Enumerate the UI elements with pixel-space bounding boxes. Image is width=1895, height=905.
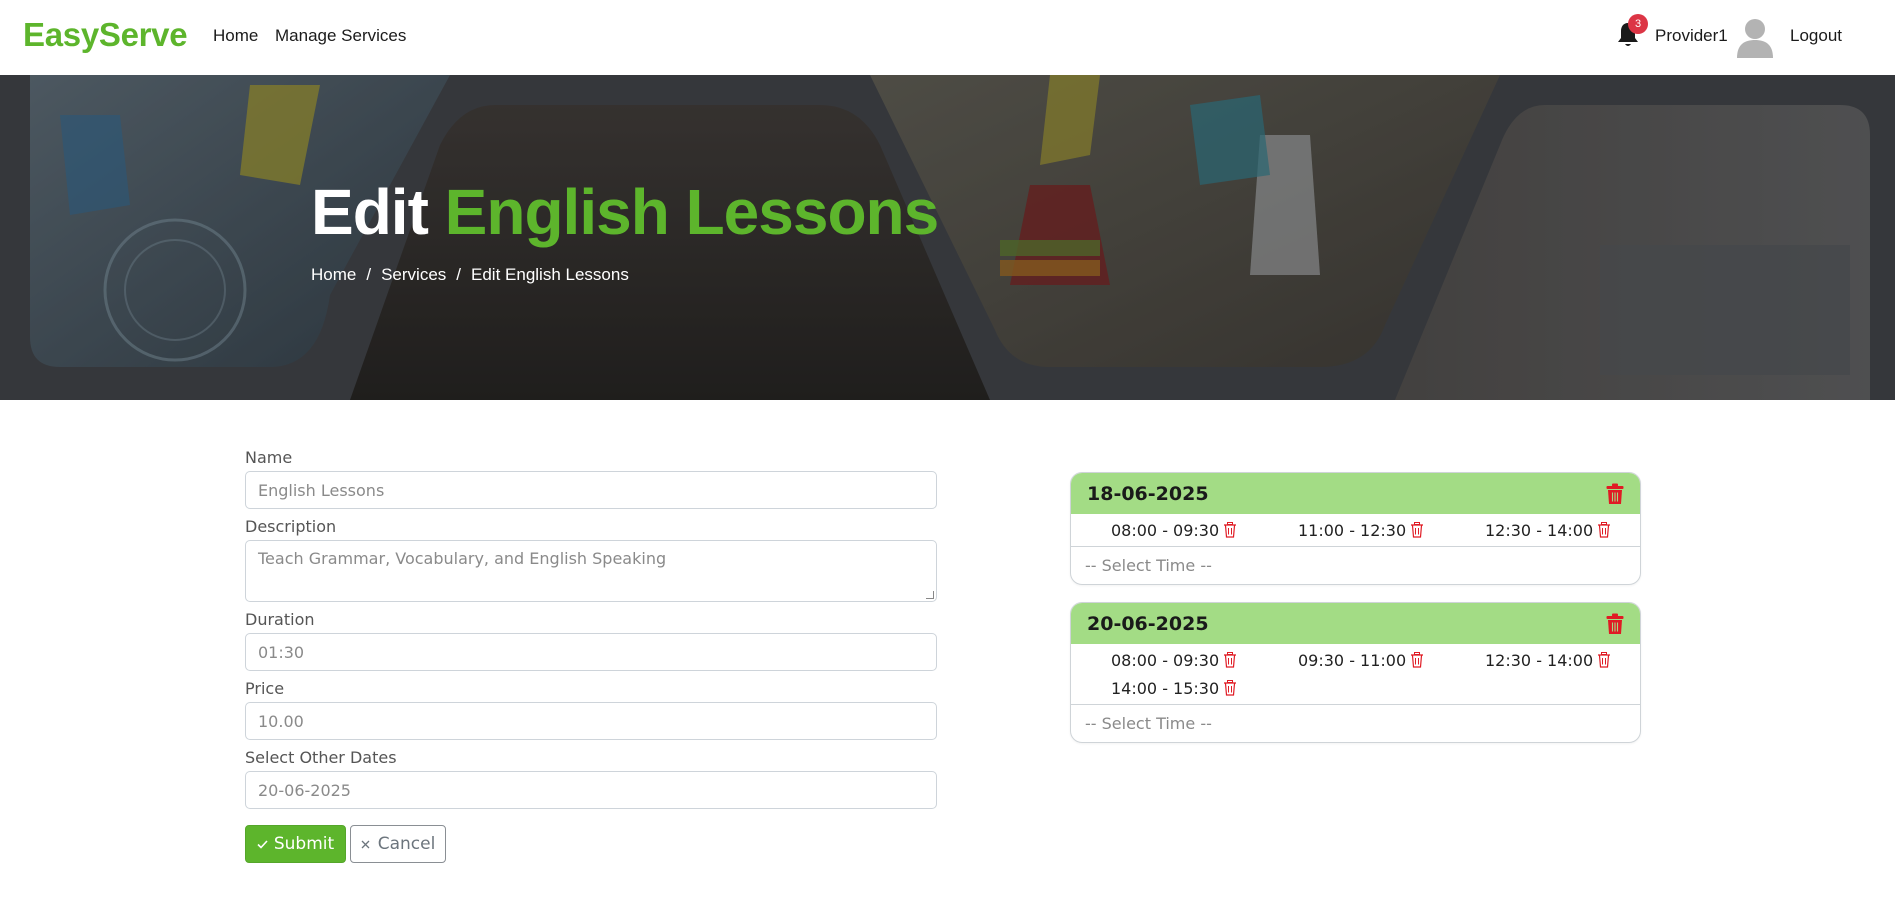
date-label: 20-06-2025 bbox=[1087, 612, 1209, 635]
delete-date-trash-icon[interactable] bbox=[1606, 483, 1624, 505]
time-slot-label: 12:30 - 14:00 bbox=[1485, 520, 1594, 540]
nav-manage-services-link[interactable]: Manage Services bbox=[275, 26, 406, 46]
duration-label: Duration bbox=[245, 610, 315, 629]
price-input[interactable]: 10.00 bbox=[245, 702, 937, 740]
page-title-highlight: English Lessons bbox=[444, 176, 940, 248]
duration-input[interactable]: 01:30 bbox=[245, 633, 937, 671]
notification-badge: 3 bbox=[1628, 14, 1648, 34]
delete-slot-trash-icon[interactable] bbox=[1597, 522, 1611, 538]
time-slot: 08:00 - 09:30 bbox=[1111, 646, 1298, 674]
time-slot: 12:30 - 14:00 bbox=[1485, 516, 1640, 544]
description-textarea[interactable]: Teach Grammar, Vocabulary, and English S… bbox=[245, 540, 937, 602]
breadcrumb-separator: / bbox=[366, 265, 372, 284]
close-icon bbox=[361, 840, 370, 848]
submit-button[interactable]: Submit bbox=[245, 825, 346, 863]
delete-slot-trash-icon[interactable] bbox=[1410, 652, 1424, 668]
time-slot-list: 08:00 - 09:30 09:30 - 11:00 12:30 - 14:0… bbox=[1071, 644, 1640, 704]
page-title-prefix: Edit bbox=[311, 176, 429, 248]
resize-handle[interactable] bbox=[926, 591, 934, 599]
time-slot-label: 09:30 - 11:00 bbox=[1298, 650, 1407, 670]
user-avatar-icon[interactable] bbox=[1735, 16, 1775, 58]
time-slot: 12:30 - 14:00 bbox=[1485, 646, 1640, 674]
username[interactable]: Provider1 bbox=[1655, 26, 1728, 46]
breadcrumb-home[interactable]: Home bbox=[311, 265, 356, 285]
page-title: Edit English Lessons bbox=[311, 175, 940, 249]
logout-link[interactable]: Logout bbox=[1790, 26, 1842, 46]
hero-background-image bbox=[0, 75, 1895, 400]
form-actions: Submit Cancel bbox=[245, 825, 937, 863]
price-label: Price bbox=[245, 679, 285, 698]
time-slot: 11:00 - 12:30 bbox=[1298, 516, 1485, 544]
cancel-button[interactable]: Cancel bbox=[350, 825, 446, 863]
breadcrumb: Home / Services / Edit English Lessons bbox=[311, 265, 629, 285]
hero-banner: Edit English Lessons Home / Services / E… bbox=[0, 75, 1895, 400]
delete-slot-trash-icon[interactable] bbox=[1410, 522, 1424, 538]
time-slot-list: 08:00 - 09:30 11:00 - 12:30 12:30 - 14:0… bbox=[1071, 514, 1640, 546]
edit-service-form: Name English Lessons Description Teach G… bbox=[245, 448, 937, 863]
breadcrumb-current: Edit English Lessons bbox=[471, 265, 629, 284]
date-card-header: 18-06-2025 bbox=[1071, 473, 1640, 514]
date-label: 18-06-2025 bbox=[1087, 482, 1209, 505]
cancel-label: Cancel bbox=[377, 834, 436, 854]
date-schedule-list: 18-06-2025 08:00 - 09:30 11:00 - 12:30 1… bbox=[1070, 472, 1641, 760]
name-label: Name bbox=[245, 448, 293, 467]
time-slot-label: 08:00 - 09:30 bbox=[1111, 650, 1220, 670]
date-card: 18-06-2025 08:00 - 09:30 11:00 - 12:30 1… bbox=[1070, 472, 1641, 585]
date-card-header: 20-06-2025 bbox=[1071, 603, 1640, 644]
delete-slot-trash-icon[interactable] bbox=[1597, 652, 1611, 668]
select-time-dropdown[interactable]: -- Select Time -- bbox=[1071, 546, 1640, 584]
breadcrumb-services[interactable]: Services bbox=[381, 265, 446, 285]
delete-slot-trash-icon[interactable] bbox=[1223, 652, 1237, 668]
description-placeholder: Teach Grammar, Vocabulary, and English S… bbox=[258, 549, 667, 568]
description-label: Description bbox=[245, 517, 337, 536]
other-dates-input[interactable]: 20-06-2025 bbox=[245, 771, 937, 809]
time-slot-label: 14:00 - 15:30 bbox=[1111, 678, 1220, 698]
time-slot: 08:00 - 09:30 bbox=[1111, 516, 1298, 544]
date-card: 20-06-2025 08:00 - 09:30 09:30 - 11:00 1… bbox=[1070, 602, 1641, 743]
time-slot-label: 11:00 - 12:30 bbox=[1298, 520, 1407, 540]
check-icon bbox=[257, 839, 268, 849]
time-slot: 09:30 - 11:00 bbox=[1298, 646, 1485, 674]
navbar: EasyServe Home Manage Services 3 Provide… bbox=[0, 0, 1895, 75]
brand-logo[interactable]: EasyServe bbox=[23, 16, 188, 54]
other-dates-label: Select Other Dates bbox=[245, 748, 397, 767]
delete-slot-trash-icon[interactable] bbox=[1223, 522, 1237, 538]
nav-home-link[interactable]: Home bbox=[213, 26, 258, 46]
time-slot-label: 08:00 - 09:30 bbox=[1111, 520, 1220, 540]
select-time-dropdown[interactable]: -- Select Time -- bbox=[1071, 704, 1640, 742]
delete-slot-trash-icon[interactable] bbox=[1223, 680, 1237, 696]
name-input[interactable]: English Lessons bbox=[245, 471, 937, 509]
time-slot-label: 12:30 - 14:00 bbox=[1485, 650, 1594, 670]
time-slot: 14:00 - 15:30 bbox=[1111, 674, 1298, 702]
breadcrumb-separator: / bbox=[456, 265, 462, 284]
submit-label: Submit bbox=[273, 834, 335, 854]
delete-date-trash-icon[interactable] bbox=[1606, 613, 1624, 635]
